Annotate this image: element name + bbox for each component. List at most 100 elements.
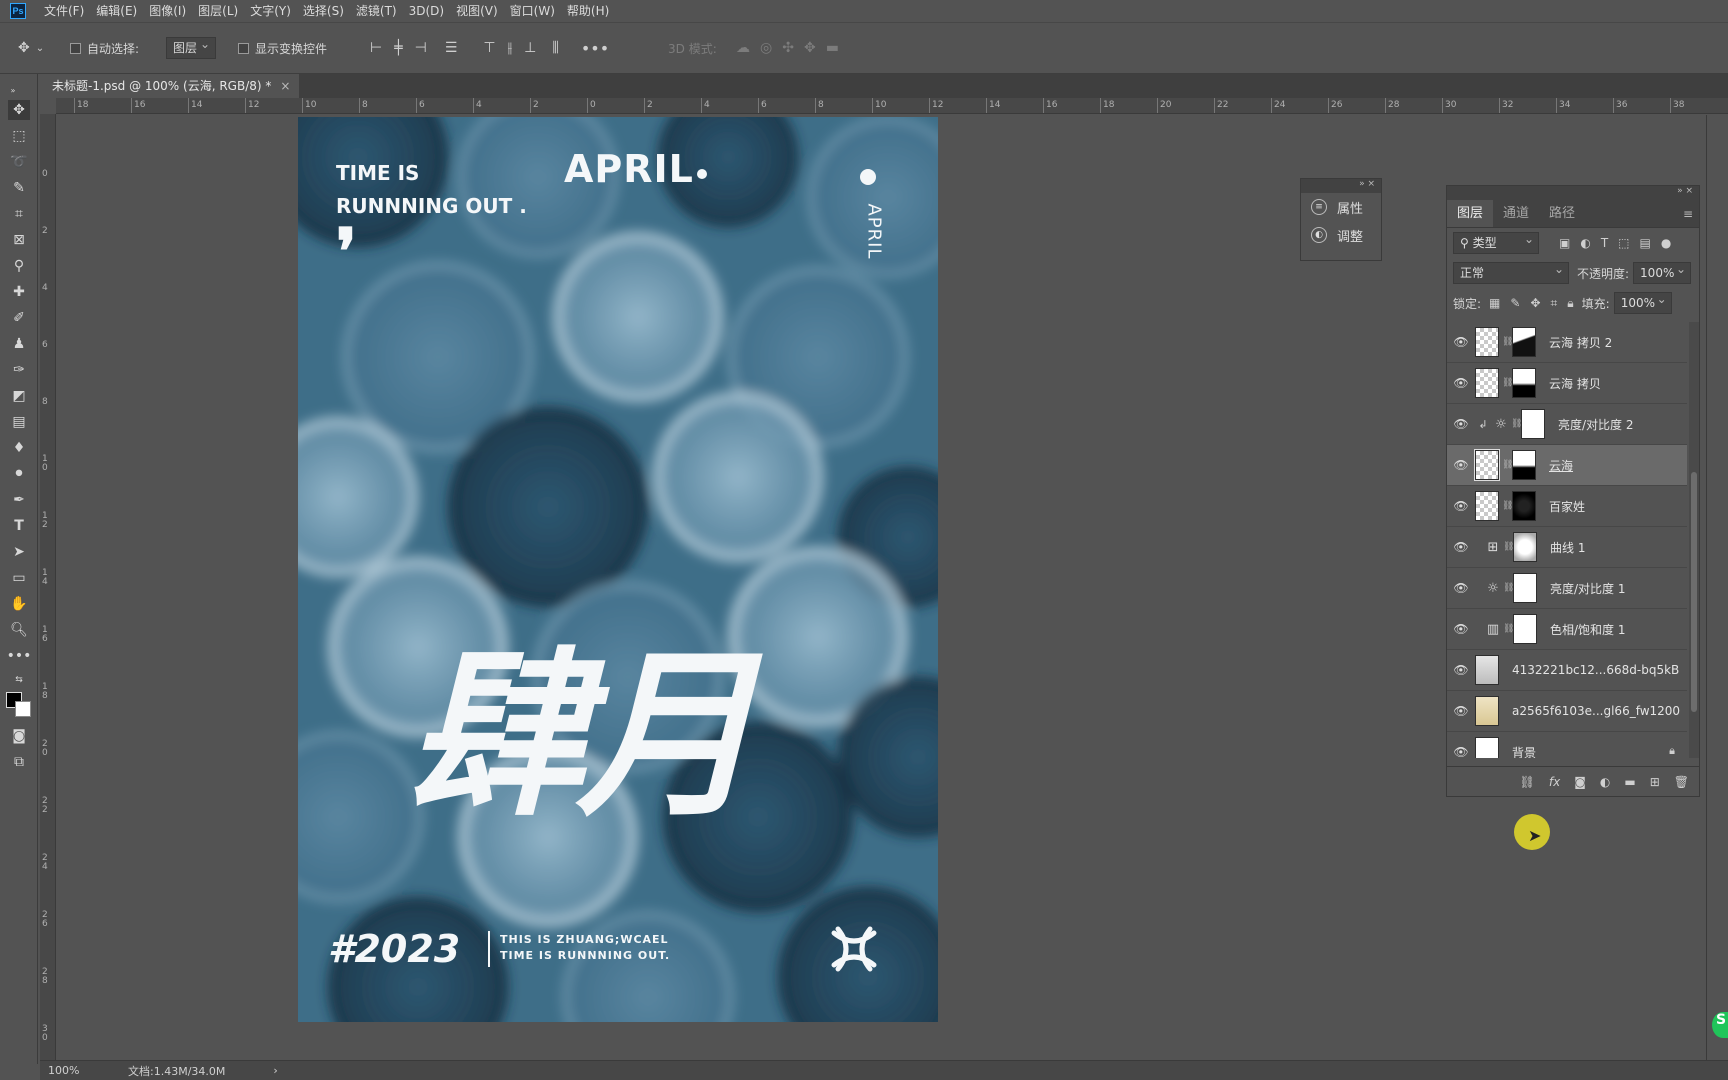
layer-mask-thumbnail[interactable] (1521, 409, 1545, 439)
tab-channels[interactable]: 通道 (1493, 200, 1539, 227)
lock-transparent-icon[interactable]: ▦ (1489, 296, 1500, 310)
filter-toggle-icon[interactable]: ● (1661, 236, 1671, 250)
distribute-vertical-icon[interactable]: ⫼ (552, 40, 558, 56)
pen-tool-icon[interactable]: ✒ (8, 490, 30, 510)
filter-smart-object-icon[interactable]: ▤ (1640, 236, 1651, 250)
tab-layers[interactable]: 图层 (1447, 200, 1494, 227)
filter-shape-icon[interactable]: ⬚ (1618, 236, 1629, 250)
marquee-tool-icon[interactable]: ⬚ (8, 126, 30, 146)
layer-mask-thumbnail[interactable] (1513, 614, 1537, 644)
menu-help[interactable]: 帮助(H) (561, 0, 615, 22)
new-group-icon[interactable]: ▬ (1624, 775, 1635, 789)
layer-row[interactable]: 👁︎ ⛓ 云海 拷贝 (1447, 363, 1687, 404)
visibility-eye-icon[interactable]: 👁︎ (1447, 417, 1475, 431)
crop-tool-icon[interactable]: ⌗ (8, 204, 30, 224)
tab-paths[interactable]: 路径 (1539, 200, 1585, 227)
swap-colors-icon[interactable]: ⇆ (8, 670, 30, 690)
menu-filter[interactable]: 滤镜(T) (350, 0, 403, 22)
menu-3d[interactable]: 3D(D) (403, 0, 450, 22)
layer-row[interactable]: 👁︎ a2565f6103e...gl66_fw1200 (1447, 691, 1687, 732)
visibility-eye-icon[interactable]: 👁︎ (1447, 622, 1475, 636)
roll-3d-icon[interactable]: ◎ (760, 40, 772, 56)
panel-header[interactable]: » × (1301, 179, 1381, 193)
layer-mask-thumbnail[interactable] (1513, 532, 1537, 562)
lock-all-icon[interactable]: 🔒︎ (1567, 296, 1573, 311)
edit-toolbar-icon[interactable]: ••• (7, 646, 32, 666)
blur-tool-icon[interactable]: ♦ (8, 438, 30, 458)
more-options-icon[interactable]: ••• (581, 39, 609, 58)
layer-row[interactable]: 👁︎ 4132221bc12...668d-bq5kB (1447, 650, 1687, 691)
auto-select-checkbox[interactable]: 自动选择: (70, 37, 139, 59)
brush-tool-icon[interactable]: ✐ (8, 308, 30, 328)
layer-row-background[interactable]: 👁︎ 背景 🔒︎ (1447, 732, 1687, 758)
lasso-tool-icon[interactable]: ➰ (8, 152, 30, 172)
fill-input[interactable]: 100% (1613, 289, 1672, 314)
rectangle-tool-icon[interactable]: ▭ (8, 568, 30, 588)
filter-adjustment-icon[interactable]: ◐ (1580, 236, 1590, 250)
move-tool-preset[interactable]: ✥ ⌄ (18, 37, 44, 59)
align-bottom-icon[interactable]: ⊥ (524, 40, 536, 56)
new-layer-icon[interactable]: ⊞ (1650, 775, 1660, 789)
visibility-eye-icon[interactable]: 👁︎ (1447, 745, 1475, 758)
poster-canvas[interactable]: TIME IS RUNNNING OUT . ❜ APRIL APRIL 肆月 … (298, 117, 938, 1022)
menu-select[interactable]: 选择(S) (297, 0, 350, 22)
layer-row[interactable]: 👁︎ ⛓ 百家姓 (1447, 486, 1687, 527)
distribute-icon[interactable]: ☰ (445, 40, 458, 56)
link-layers-icon[interactable]: ⛓ (1520, 775, 1535, 789)
orbit-3d-icon[interactable]: ☁ (736, 40, 750, 56)
visibility-eye-icon[interactable]: 👁︎ (1447, 704, 1475, 718)
align-top-icon[interactable]: ⊤ (483, 40, 495, 56)
type-tool-icon[interactable]: T (8, 516, 30, 536)
menu-edit[interactable]: 编辑(E) (90, 0, 143, 22)
menu-view[interactable]: 视图(V) (450, 0, 504, 22)
gradient-tool-icon[interactable]: ▤ (8, 412, 30, 432)
visibility-eye-icon[interactable]: 👁︎ (1447, 499, 1475, 513)
layer-row[interactable]: 👁︎ ⊞ ⛓ 曲线 1 (1447, 527, 1687, 568)
lock-artboard-icon[interactable]: ⌗ (1551, 296, 1558, 311)
layer-mask-thumbnail[interactable] (1512, 368, 1536, 398)
align-middle-icon[interactable]: ⫲ (508, 40, 513, 56)
menu-type[interactable]: 文字(Y) (244, 0, 297, 22)
healing-brush-tool-icon[interactable]: ✚ (8, 282, 30, 302)
quick-select-tool-icon[interactable]: ✎ (8, 178, 30, 198)
clone-stamp-tool-icon[interactable]: ♟ (8, 334, 30, 354)
visibility-eye-icon[interactable]: 👁︎ (1447, 335, 1475, 349)
lock-position-icon[interactable]: ✥ (1530, 296, 1540, 310)
photoshop-logo-icon[interactable]: Ps (10, 3, 26, 19)
zoom-level[interactable]: 100% (48, 1064, 108, 1077)
add-mask-icon[interactable]: ◙ (1574, 775, 1586, 789)
visibility-eye-icon[interactable]: 👁︎ (1447, 376, 1475, 390)
dodge-tool-icon[interactable]: ⚫ (8, 464, 30, 484)
hand-tool-icon[interactable]: ✋ (8, 594, 30, 614)
menu-window[interactable]: 窗口(W) (504, 0, 561, 22)
panel-menu-icon[interactable]: ≡ (1683, 200, 1693, 228)
delete-layer-icon[interactable]: 🗑︎ (1674, 775, 1689, 789)
screen-mode-icon[interactable]: ⧉ (8, 752, 30, 772)
scrollbar-thumb[interactable] (1691, 472, 1697, 712)
layer-row[interactable]: 👁︎ ▥ ⛓ 色相/饱和度 1 (1447, 609, 1687, 650)
quick-mask-icon[interactable]: ◙ (8, 726, 30, 746)
eyedropper-tool-icon[interactable]: ⚲ (8, 256, 30, 276)
scale-3d-icon[interactable]: ▬ (826, 40, 839, 56)
layer-row-selected[interactable]: 👁︎ ⛓ 云海 (1447, 445, 1687, 486)
slide-3d-icon[interactable]: ✥ (804, 40, 816, 56)
panel-header[interactable]: » × (1447, 186, 1699, 200)
history-brush-tool-icon[interactable]: ✑ (8, 360, 30, 380)
filter-pixel-icon[interactable]: ▣ (1559, 236, 1570, 250)
auto-select-dropdown[interactable]: 图层 (166, 34, 217, 59)
eraser-tool-icon[interactable]: ◩ (8, 386, 30, 406)
filter-type-icon[interactable]: T (1601, 236, 1608, 250)
align-left-icon[interactable]: ⊢ (370, 40, 382, 56)
properties-button[interactable]: ≡ 属性 (1301, 193, 1381, 221)
move-tool-icon[interactable]: ✥ (8, 100, 30, 120)
align-center-icon[interactable]: ╪ (394, 40, 402, 56)
document-tab[interactable]: 未标题-1.psd @ 100% (云海, RGB/8) * × (40, 74, 300, 98)
align-right-icon[interactable]: ⊣ (415, 40, 427, 56)
layer-filter-dropdown[interactable]: ⚲ 类型 (1453, 229, 1539, 254)
visibility-eye-icon[interactable]: 👁︎ (1447, 540, 1475, 554)
background-color-swatch[interactable] (15, 701, 31, 717)
layers-scrollbar[interactable] (1689, 322, 1699, 758)
visibility-eye-icon[interactable]: 👁︎ (1447, 663, 1475, 677)
adjustments-button[interactable]: ◐ 调整 (1301, 221, 1381, 249)
menu-file[interactable]: 文件(F) (38, 0, 90, 22)
